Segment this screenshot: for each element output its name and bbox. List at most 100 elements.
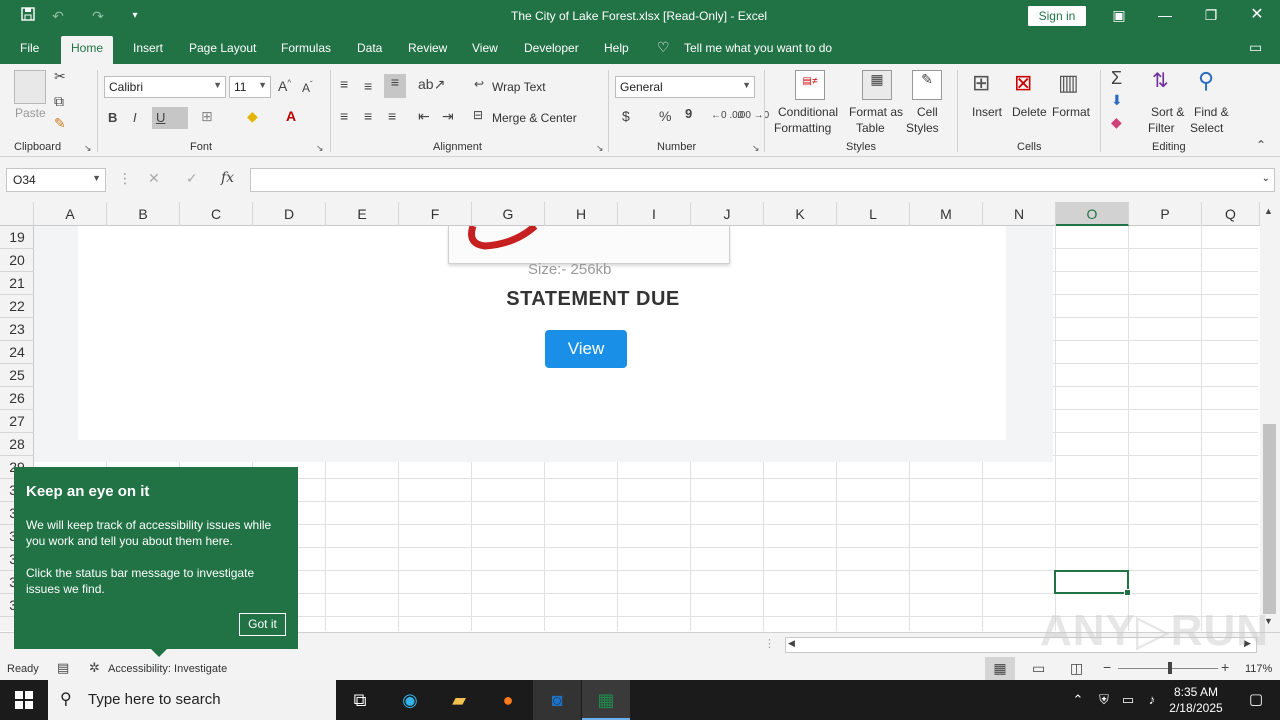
- insert-button[interactable]: Insert: [972, 105, 1002, 119]
- column-header[interactable]: P: [1129, 202, 1202, 226]
- zoom-out-icon[interactable]: −: [1103, 659, 1111, 675]
- font-color-icon[interactable]: A: [286, 108, 296, 124]
- save-icon[interactable]: [18, 6, 38, 26]
- close-button[interactable]: ✕: [1234, 0, 1280, 32]
- copy-icon[interactable]: ⧉: [54, 93, 64, 110]
- normal-view-icon[interactable]: ▦: [985, 657, 1015, 680]
- row-header[interactable]: 28: [0, 433, 34, 456]
- row-header[interactable]: 22: [0, 295, 34, 318]
- task-view-icon[interactable]: ⧉: [336, 680, 384, 720]
- format-painter-icon[interactable]: ✎: [54, 115, 66, 132]
- scroll-left-icon[interactable]: ◀: [788, 638, 795, 649]
- undo-icon[interactable]: ↶: [48, 6, 68, 26]
- tab-help[interactable]: Help: [604, 41, 629, 55]
- accessibility-status[interactable]: Accessibility: Investigate: [108, 663, 227, 675]
- select-all-corner[interactable]: [0, 202, 34, 226]
- tell-me-search[interactable]: Tell me what you want to do: [684, 41, 832, 55]
- column-header[interactable]: J: [691, 202, 764, 226]
- cell-styles-label-2[interactable]: Styles: [906, 121, 939, 135]
- zoom-in-icon[interactable]: +: [1221, 659, 1229, 675]
- show-hidden-icons-icon[interactable]: ⌃: [1066, 680, 1090, 720]
- orientation-icon[interactable]: ab↗: [418, 76, 445, 93]
- split-handle-icon[interactable]: ⋮: [764, 637, 775, 650]
- customize-quick-access-icon[interactable]: ▾: [125, 6, 145, 26]
- font-launcher-icon[interactable]: ↘: [316, 143, 324, 154]
- paste-button[interactable]: Paste: [15, 106, 46, 120]
- column-header[interactable]: B: [107, 202, 180, 226]
- format-as-table-label-1[interactable]: Format as: [849, 105, 903, 119]
- align-right-icon[interactable]: ≡: [388, 108, 396, 124]
- embedded-picture[interactable]: Size:- 256kb STATEMENT DUE View: [34, 226, 1053, 462]
- comments-icon[interactable]: ▭: [1249, 39, 1262, 56]
- vertical-scroll-thumb[interactable]: [1263, 424, 1276, 614]
- wrap-text-button[interactable]: Wrap Text: [492, 80, 546, 94]
- notifications-icon[interactable]: ▢: [1232, 680, 1280, 720]
- network-icon[interactable]: ▭: [1116, 680, 1140, 720]
- excel-taskbar-icon[interactable]: ▦: [582, 680, 630, 720]
- alignment-launcher-icon[interactable]: ↘: [596, 143, 604, 154]
- column-header[interactable]: A: [34, 202, 107, 226]
- got-it-button[interactable]: Got it: [239, 613, 286, 636]
- row-header[interactable]: 20: [0, 249, 34, 272]
- active-cell-o34[interactable]: [1054, 570, 1131, 596]
- clear-icon[interactable]: ◆: [1111, 114, 1122, 131]
- column-header[interactable]: H: [545, 202, 618, 226]
- format-button[interactable]: Format: [1052, 105, 1090, 119]
- tab-home[interactable]: Home: [61, 36, 114, 64]
- column-header[interactable]: L: [837, 202, 910, 226]
- ribbon-display-options-icon[interactable]: ▣: [1096, 0, 1142, 32]
- zoom-slider-thumb[interactable]: [1168, 662, 1172, 674]
- tab-view[interactable]: View: [472, 41, 498, 55]
- tab-page-layout[interactable]: Page Layout: [189, 41, 256, 55]
- align-center-icon[interactable]: ≡: [364, 108, 372, 124]
- taskbar-search[interactable]: ⚲ Type here to search: [48, 680, 336, 720]
- align-middle-icon[interactable]: ≡: [364, 78, 372, 94]
- volume-icon[interactable]: ♪: [1140, 680, 1164, 720]
- number-format-combo[interactable]: General ▼: [615, 76, 755, 98]
- column-header[interactable]: D: [253, 202, 326, 226]
- firefox-icon[interactable]: ●: [484, 680, 532, 720]
- macro-icon[interactable]: ▤: [57, 660, 69, 676]
- column-header[interactable]: Q: [1202, 202, 1260, 226]
- column-header-selected[interactable]: O: [1056, 202, 1129, 226]
- format-as-table-label-2[interactable]: Table: [856, 121, 885, 135]
- name-box[interactable]: O34 ▼: [6, 168, 106, 192]
- conditional-formatting-label-1[interactable]: Conditional: [778, 105, 838, 119]
- font-name-combo[interactable]: Calibri ▼: [104, 76, 226, 98]
- edge-icon[interactable]: ◉: [386, 680, 434, 720]
- font-size-combo[interactable]: 11 ▼: [229, 76, 271, 98]
- cell-styles-label-1[interactable]: Cell: [917, 105, 938, 119]
- sign-in-button[interactable]: Sign in: [1028, 6, 1086, 26]
- column-header[interactable]: K: [764, 202, 837, 226]
- row-header[interactable]: 25: [0, 364, 34, 387]
- column-header[interactable]: N: [983, 202, 1056, 226]
- view-button[interactable]: View: [545, 330, 627, 368]
- security-icon[interactable]: ⛨: [1092, 680, 1116, 720]
- row-header[interactable]: 19: [0, 226, 34, 249]
- column-header[interactable]: C: [180, 202, 253, 226]
- column-header[interactable]: I: [618, 202, 691, 226]
- row-header[interactable]: 24: [0, 341, 34, 364]
- scroll-up-icon[interactable]: ▲: [1264, 206, 1273, 216]
- enter-icon[interactable]: ✓: [186, 170, 198, 187]
- row-header[interactable]: 27: [0, 410, 34, 433]
- decrease-font-size-icon[interactable]: Aˇ: [302, 80, 313, 95]
- italic-button[interactable]: I: [133, 110, 137, 125]
- find-select-label-1[interactable]: Find &: [1194, 105, 1229, 119]
- merge-center-button[interactable]: Merge & Center: [492, 111, 577, 125]
- tab-review[interactable]: Review: [408, 41, 447, 55]
- cancel-icon[interactable]: ✕: [148, 170, 160, 187]
- redo-icon[interactable]: ↷: [88, 6, 108, 26]
- tab-developer[interactable]: Developer: [524, 41, 579, 55]
- column-header[interactable]: E: [326, 202, 399, 226]
- column-header[interactable]: G: [472, 202, 545, 226]
- underline-button[interactable]: U: [152, 107, 188, 129]
- column-header[interactable]: M: [910, 202, 983, 226]
- align-top-icon[interactable]: ≡: [340, 76, 348, 92]
- comma-style-button[interactable]: 9: [685, 106, 692, 121]
- conditional-formatting-label-2[interactable]: Formatting: [774, 121, 831, 135]
- insert-function-button[interactable]: fx: [221, 170, 234, 186]
- align-bottom-icon[interactable]: ≡: [384, 74, 406, 98]
- bold-button[interactable]: B: [108, 110, 117, 125]
- autosum-icon[interactable]: Σ: [1111, 68, 1122, 89]
